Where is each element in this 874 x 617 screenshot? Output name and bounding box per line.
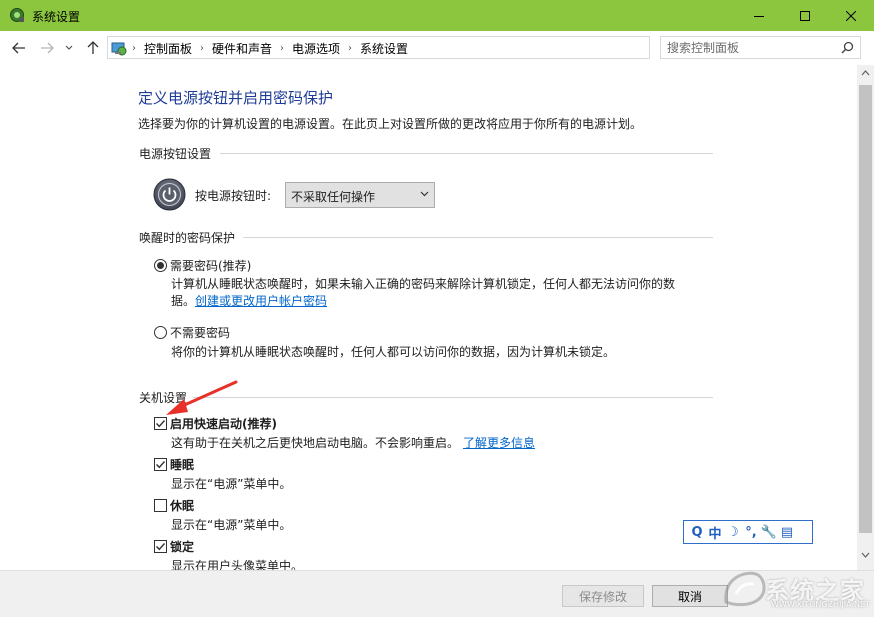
search-box[interactable] [660,36,861,59]
require-password-description-line2: 据。创建或更改用户帐户密码 [171,292,327,309]
power-button-action-value: 不采取任何操作 [291,190,376,204]
checkmark-icon [156,543,166,551]
minimize-button[interactable] [736,0,782,31]
red-arrow-annotation-icon [166,380,238,415]
breadcrumb-separator[interactable]: › [280,43,284,54]
ime-chinese-mode[interactable]: 中 [706,523,724,542]
breadcrumb: › 控制面板 › 硬件和声音 › 电源选项 › 系统设置 [132,40,408,57]
power-button-action-dropdown[interactable]: 不采取任何操作 [285,182,435,208]
vertical-scrollbar[interactable] [857,65,874,570]
window-title: 系统设置 [32,10,81,24]
power-button-icon [153,178,186,211]
breadcrumb-separator[interactable]: › [348,43,352,54]
main-content: 定义电源按钮并启用密码保护 选择要为你的计算机设置的电源设置。在此页上对设置所做… [0,65,857,570]
sleep-checkbox[interactable] [154,458,167,471]
ime-menu-icon[interactable]: ▤ [778,525,796,540]
section-heading-power-button: 电源按钮设置 [139,147,212,161]
close-icon [846,10,856,21]
address-bar[interactable]: › 控制面板 › 硬件和声音 › 电源选项 › 系统设置 [107,36,748,59]
chevron-down-icon [420,191,429,197]
save-changes-button[interactable]: 保存修改 [562,585,644,607]
cancel-button[interactable]: 取消 [652,585,728,607]
fast-startup-checkbox[interactable] [154,417,167,430]
ime-punctuation-icon[interactable]: °, [742,525,760,540]
no-password-label[interactable]: 不需要密码 [170,324,230,341]
close-button[interactable] [828,0,874,31]
minimize-icon [754,15,764,17]
checkmark-icon [156,461,166,469]
breadcrumb-item-hardware-sound[interactable]: 硬件和声音 [212,40,272,57]
maximize-button[interactable] [782,0,828,31]
chevron-down-icon [65,45,73,50]
ime-toolbar[interactable]: Q 中 ☽ °, 🔧 ▤ [683,520,813,544]
search-icon[interactable] [841,41,854,54]
power-button-label: 按电源按钮时: [195,189,272,203]
checkmark-icon [156,420,166,428]
scroll-up-icon[interactable] [861,70,870,76]
learn-more-link[interactable]: 了解更多信息 [463,436,535,450]
create-change-password-link[interactable]: 创建或更改用户帐户密码 [195,294,327,308]
arrow-up-icon [87,41,99,54]
arrow-right-icon [41,42,54,54]
section-divider [243,237,713,238]
sleep-description: 显示在“电源”菜单中。 [171,477,292,491]
section-divider [193,397,713,398]
no-password-radio[interactable] [154,326,167,339]
breadcrumb-item-system-settings[interactable]: 系统设置 [360,40,408,57]
require-password-label[interactable]: 需要密码(推荐) [170,257,251,274]
arrow-left-icon [12,42,25,54]
section-divider [220,153,713,154]
fast-startup-label[interactable]: 启用快速启动(推荐) [170,415,277,432]
up-button[interactable] [84,39,102,57]
page-title: 定义电源按钮并启用密码保护 [138,89,334,107]
scrollbar-thumb[interactable] [859,85,872,533]
section-heading-wake-password: 唤醒时的密码保护 [139,231,236,245]
require-password-description-tail: 据。 [171,294,196,308]
forward-button[interactable] [38,39,56,57]
no-password-description: 将你的计算机从睡眠状态唤醒时，任何人都可以访问你的数据，因为计算机未锁定。 [171,345,616,359]
sleep-label[interactable]: 睡眠 [170,456,194,473]
breadcrumb-item-control-panel[interactable]: 控制面板 [144,40,192,57]
scroll-down-icon[interactable] [861,552,870,558]
require-password-description: 计算机从睡眠状态唤醒时，如果未输入正确的密码来解除计算机锁定，任何人都无法访问你… [171,277,676,291]
lock-label[interactable]: 锁定 [170,538,194,555]
search-input[interactable] [667,39,837,56]
watermark-url: WWW.XITONGZHIJIA.NET [771,600,870,609]
fast-startup-description-text: 这有助于在关机之后更快地启动电脑。不会影响重启。 [171,436,460,450]
lock-checkbox[interactable] [154,540,167,553]
maximize-icon [800,10,810,21]
ime-logo-icon[interactable]: Q [688,525,706,540]
hibernate-checkbox[interactable] [154,499,167,512]
lock-description: 显示在用户头像菜单中。 [171,559,304,570]
control-panel-icon [111,42,127,56]
fast-startup-description: 这有助于在关机之后更快地启动电脑。不会影响重启。 了解更多信息 [171,434,535,451]
hibernate-label[interactable]: 休眠 [170,497,194,514]
back-button[interactable] [10,39,28,57]
hibernate-description: 显示在“电源”菜单中。 [171,518,292,532]
page-description: 选择要为你的计算机设置的电源设置。在此页上对设置所做的更改将应用于你所有的电源计… [138,117,643,131]
ime-halfwidth-moon-icon[interactable]: ☽ [724,525,742,540]
ime-wrench-icon[interactable]: 🔧 [760,525,778,540]
breadcrumb-separator: › [132,43,136,54]
require-password-radio[interactable] [154,259,167,272]
recent-locations-button[interactable] [63,39,75,57]
breadcrumb-separator[interactable]: › [200,43,204,54]
power-options-app-icon [10,8,24,22]
title-bar: 系统设置 [0,0,874,31]
breadcrumb-item-power-options[interactable]: 电源选项 [292,40,340,57]
